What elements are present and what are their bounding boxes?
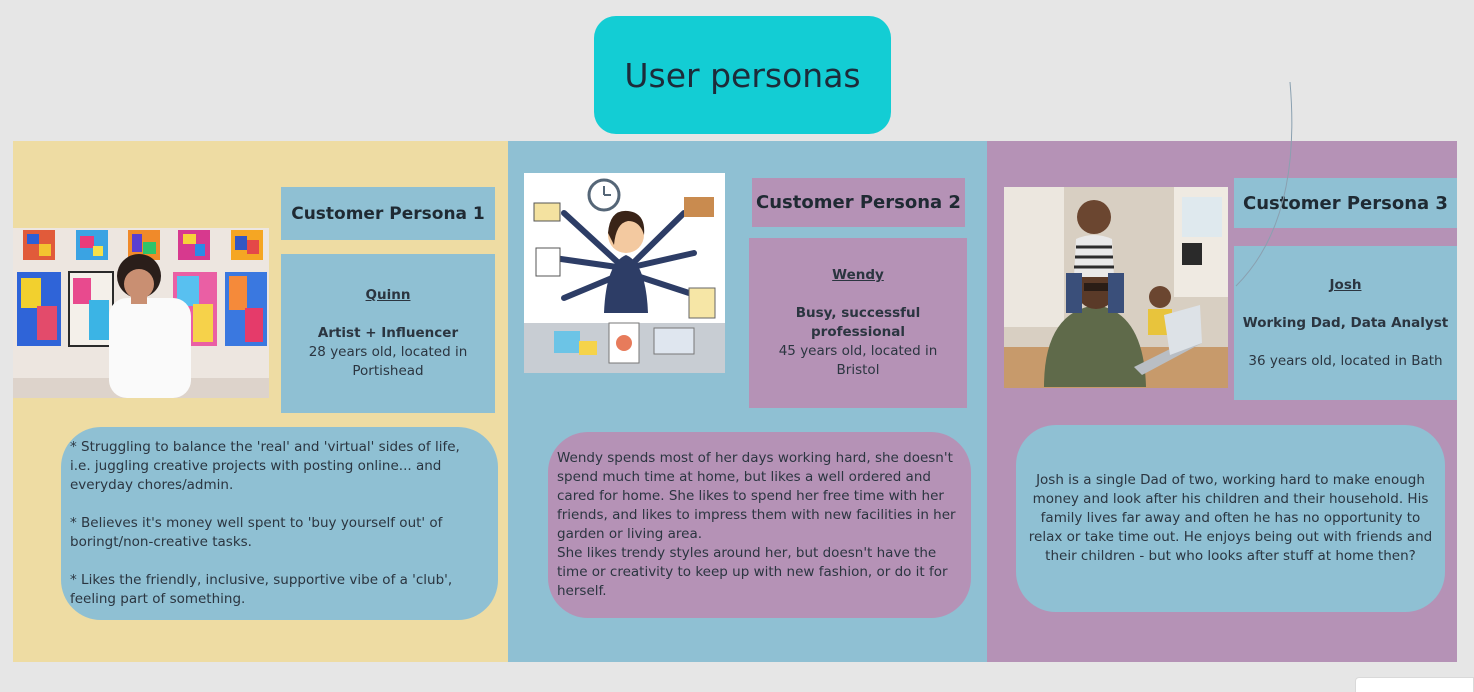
persona-2-notes: Wendy spends most of her days working ha… <box>557 450 956 599</box>
persona-2-details: 45 years old, located in Bristol <box>778 343 938 378</box>
persona-1-role: Artist + Influencer <box>317 325 459 341</box>
persona-3-notes-bubble[interactable]: Josh is a single Dad of two, working har… <box>1016 425 1445 612</box>
persona-3-photo[interactable] <box>1004 187 1228 388</box>
persona-2-notes-bubble[interactable]: Wendy spends most of her days working ha… <box>548 432 971 618</box>
board-title-card[interactable]: User personas <box>594 16 891 134</box>
persona-2-info-box[interactable]: Wendy Busy, successful professional 45 y… <box>749 238 967 408</box>
persona-3-role: Working Dad, Data Analyst <box>1242 314 1449 331</box>
persona-1-photo[interactable] <box>13 228 269 398</box>
board-title: User personas <box>624 55 861 95</box>
persona-2-role: Busy, successful professional <box>795 305 921 340</box>
persona-1-notes: * Struggling to balance the 'real' and '… <box>70 439 460 607</box>
persona-2-photo[interactable] <box>524 173 725 373</box>
persona-1-heading: Customer Persona 1 <box>291 203 485 224</box>
persona-1-name: Quinn <box>365 287 411 303</box>
connector-line <box>1235 81 1293 287</box>
persona-1-heading-box[interactable]: Customer Persona 1 <box>281 187 495 240</box>
zoom-control[interactable] <box>1355 677 1474 692</box>
persona-2-heading-box[interactable]: Customer Persona 2 <box>752 178 965 227</box>
persona-3-notes: Josh is a single Dad of two, working har… <box>1028 472 1433 564</box>
persona-3-name: Josh <box>1329 276 1362 293</box>
persona-2-heading: Customer Persona 2 <box>756 192 961 213</box>
persona-1-details: 28 years old, located in Portishead <box>308 344 468 379</box>
persona-3-details: 36 years old, located in Bath <box>1248 352 1443 369</box>
persona-2-name: Wendy <box>832 267 884 283</box>
persona-1-notes-bubble[interactable]: * Struggling to balance the 'real' and '… <box>61 427 498 620</box>
persona-1-info-box[interactable]: Quinn Artist + Influencer 28 years old, … <box>281 254 495 413</box>
